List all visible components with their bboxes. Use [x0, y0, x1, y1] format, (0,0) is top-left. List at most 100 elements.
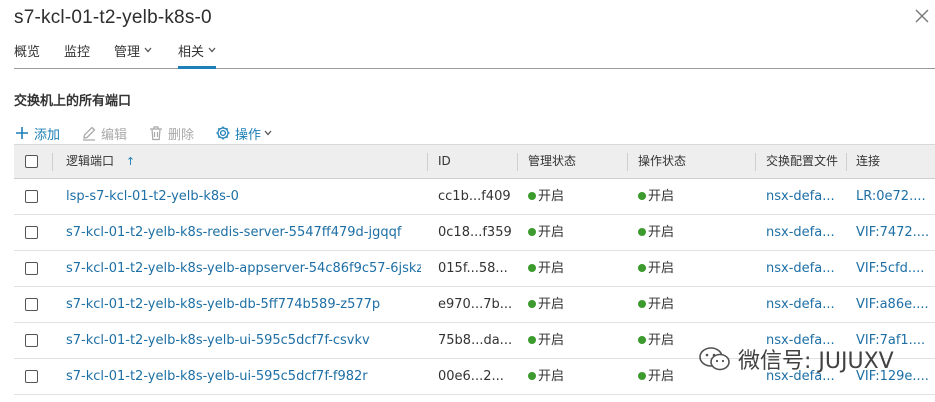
chevron-down-icon: [144, 47, 152, 53]
status-dot-icon: [638, 300, 646, 308]
oper-state-text: 开启: [648, 333, 675, 348]
watermark: 微信号: JUJUXV: [698, 343, 894, 375]
connection-link[interactable]: VIF:5cfd....: [856, 251, 935, 287]
admin-state: 开启: [528, 251, 564, 287]
admin-state-text: 开启: [538, 333, 565, 348]
column-divider[interactable]: [427, 153, 428, 171]
tab-related[interactable]: 相关: [178, 41, 217, 69]
column-divider: [52, 153, 53, 171]
column-label: 逻辑端口: [66, 154, 115, 168]
port-id: 75b8...da...: [438, 333, 513, 348]
logical-port-link[interactable]: s7-kcl-01-t2-yelb-k8s-yelb-ui-595c5dcf7f…: [66, 323, 421, 359]
row-checkbox[interactable]: [25, 370, 38, 383]
column-header-admin-state[interactable]: 管理状态: [528, 145, 576, 178]
row-checkbox[interactable]: [25, 298, 38, 311]
wechat-icon: [699, 347, 730, 371]
column-header-logical-port[interactable]: 逻辑端口 ↑: [66, 145, 135, 178]
oper-state-text: 开启: [648, 225, 675, 240]
tab-label: 相关: [178, 45, 205, 60]
column-header-oper-state[interactable]: 操作状态: [638, 145, 686, 178]
switching-profile-link[interactable]: nsx-defa...: [766, 287, 846, 323]
pencil-icon: [83, 126, 96, 141]
close-icon[interactable]: [915, 9, 929, 23]
section-title: 交换机上的所有端口: [14, 94, 132, 109]
actions-menu-button[interactable]: 操作: [215, 124, 272, 143]
oper-state-text: 开启: [648, 261, 675, 276]
row-checkbox[interactable]: [25, 226, 38, 239]
logical-port-link[interactable]: s7-kcl-01-t2-yelb-k8s-redis-server-5547f…: [66, 215, 421, 251]
edit-label: 编辑: [101, 127, 128, 143]
switching-profile-link[interactable]: nsx-defa...: [766, 215, 846, 251]
connection-link[interactable]: VIF:7472....: [856, 215, 935, 251]
toolbar: 添加 编辑 删除 操作: [14, 124, 293, 143]
connection-link[interactable]: LR:0e72....: [856, 179, 935, 215]
oper-state: 开启: [638, 287, 674, 323]
admin-state: 开启: [528, 215, 564, 251]
tab-label: 管理: [114, 45, 141, 60]
tab-monitor[interactable]: 监控: [64, 41, 90, 68]
admin-state-text: 开启: [538, 225, 565, 240]
port-id: e970...7b...: [438, 297, 513, 312]
status-dot-icon: [638, 264, 646, 272]
status-dot-icon: [638, 228, 646, 236]
admin-state-text: 开启: [538, 369, 565, 384]
add-button[interactable]: 添加: [14, 124, 60, 143]
logical-port-link[interactable]: s7-kcl-01-t2-yelb-k8s-yelb-ui-595c5dcf7f…: [66, 359, 421, 395]
status-dot-icon: [528, 228, 536, 236]
oper-state: 开启: [638, 179, 674, 215]
table-row[interactable]: s7-kcl-01-t2-yelb-k8s-redis-server-5547f…: [14, 215, 935, 251]
logical-port-link[interactable]: lsp-s7-kcl-01-t2-yelb-k8s-0: [66, 179, 421, 215]
switching-profile-link[interactable]: nsx-defa...: [766, 179, 846, 215]
page-title: s7-kcl-01-t2-yelb-k8s-0: [14, 7, 212, 28]
admin-state-text: 开启: [538, 261, 565, 276]
tab-label: 监控: [64, 45, 91, 60]
status-dot-icon: [528, 300, 536, 308]
logical-port-link[interactable]: s7-kcl-01-t2-yelb-k8s-yelb-appserver-54c…: [66, 251, 421, 287]
admin-state-text: 开启: [538, 297, 565, 312]
admin-state: 开启: [528, 359, 564, 395]
add-label: 添加: [34, 127, 61, 143]
connection-link[interactable]: VIF:a86e....: [856, 287, 935, 323]
table-header: 逻辑端口 ↑ ID 管理状态 操作状态 交换配置文件 连接: [14, 145, 935, 179]
column-divider[interactable]: [517, 153, 518, 171]
admin-state: 开启: [528, 323, 564, 359]
tab-overview[interactable]: 概览: [14, 41, 40, 68]
chevron-down-icon: [208, 47, 216, 53]
table-row[interactable]: s7-kcl-01-t2-yelb-k8s-yelb-db-5ff774b589…: [14, 287, 935, 323]
status-dot-icon: [638, 336, 646, 344]
row-checkbox[interactable]: [25, 190, 38, 203]
column-divider[interactable]: [755, 153, 756, 171]
oper-state: 开启: [638, 323, 674, 359]
row-checkbox[interactable]: [25, 262, 38, 275]
table-row[interactable]: s7-kcl-01-t2-yelb-k8s-yelb-appserver-54c…: [14, 251, 935, 287]
select-all-checkbox[interactable]: [25, 155, 38, 168]
edit-button[interactable]: 编辑: [81, 124, 127, 143]
column-header-switching-profile[interactable]: 交换配置文件: [766, 145, 838, 178]
column-header-connection[interactable]: 连接: [856, 145, 880, 178]
column-header-id[interactable]: ID: [438, 145, 451, 178]
port-id: 0c18...f359: [438, 225, 512, 240]
table-row[interactable]: lsp-s7-kcl-01-t2-yelb-k8s-0 cc1b...f409 …: [14, 179, 935, 215]
delete-label: 删除: [168, 127, 195, 143]
admin-state-text: 开启: [538, 189, 565, 204]
oper-state-text: 开启: [648, 297, 675, 312]
switching-profile-link[interactable]: nsx-defa...: [766, 251, 846, 287]
column-divider[interactable]: [627, 153, 628, 171]
status-dot-icon: [528, 372, 536, 380]
column-label: 管理状态: [528, 154, 577, 168]
column-label: 连接: [856, 154, 881, 168]
oper-state: 开启: [638, 251, 674, 287]
tab-manage[interactable]: 管理: [114, 41, 152, 68]
status-dot-icon: [528, 264, 536, 272]
column-divider[interactable]: [846, 153, 847, 171]
port-id: 00e6...2...: [438, 369, 504, 384]
chevron-down-icon: [264, 130, 272, 136]
logical-port-link[interactable]: s7-kcl-01-t2-yelb-k8s-yelb-db-5ff774b589…: [66, 287, 421, 323]
trash-icon: [150, 126, 163, 141]
actions-label: 操作: [235, 127, 262, 143]
column-label: ID: [438, 154, 451, 168]
row-checkbox[interactable]: [25, 334, 38, 347]
status-dot-icon: [528, 336, 536, 344]
delete-button[interactable]: 删除: [148, 124, 194, 143]
admin-state: 开启: [528, 287, 564, 323]
